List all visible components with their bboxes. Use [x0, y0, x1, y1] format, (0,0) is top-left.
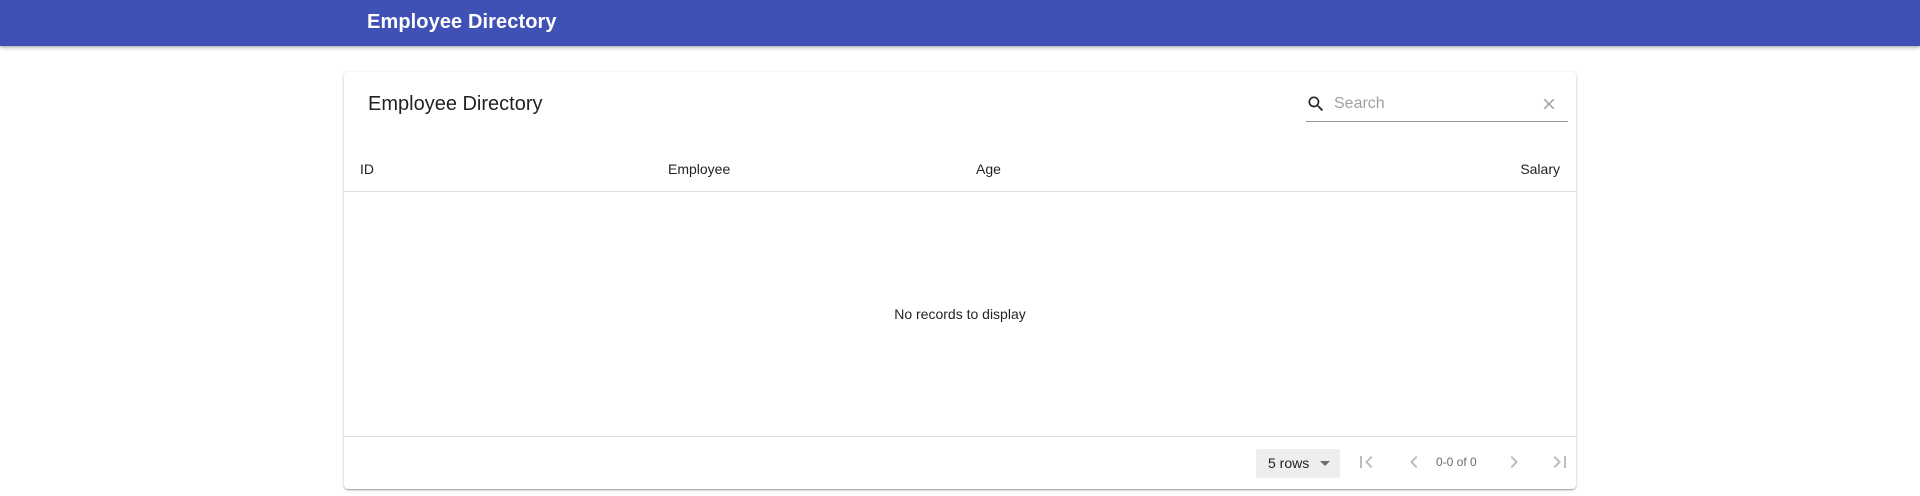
- search-input[interactable]: [1334, 92, 1534, 116]
- rows-per-page-value: 5 rows: [1268, 455, 1310, 471]
- column-header-employee[interactable]: Employee: [668, 161, 730, 177]
- employee-table-card: Employee Directory ID Employee Age Salar…: [344, 72, 1576, 489]
- column-header-id[interactable]: ID: [360, 161, 374, 177]
- app-bar: Employee Directory: [0, 0, 1920, 46]
- search-field: [1306, 88, 1568, 122]
- column-header-age[interactable]: Age: [976, 161, 1001, 177]
- pagination-range: 0-0 of 0: [1436, 455, 1477, 469]
- table-title: Employee Directory: [368, 93, 543, 115]
- app-title: Employee Directory: [367, 11, 557, 33]
- empty-message: No records to display: [894, 306, 1026, 322]
- search-icon: [1308, 96, 1324, 112]
- table-body-empty: No records to display: [344, 193, 1576, 437]
- pagination-bar: 5 rows 0-0 of 0: [344, 438, 1576, 489]
- clear-search-icon[interactable]: [1540, 95, 1558, 113]
- first-page-icon[interactable]: [1354, 450, 1378, 474]
- chevron-left-icon[interactable]: [1402, 450, 1426, 474]
- rows-per-page-select[interactable]: 5 rows: [1256, 449, 1340, 478]
- dropdown-arrow-icon: [1320, 461, 1330, 466]
- chevron-right-icon[interactable]: [1502, 450, 1526, 474]
- column-header-salary[interactable]: Salary: [1520, 161, 1560, 177]
- last-page-icon[interactable]: [1548, 450, 1572, 474]
- table-header-row: ID Employee Age Salary: [344, 148, 1576, 192]
